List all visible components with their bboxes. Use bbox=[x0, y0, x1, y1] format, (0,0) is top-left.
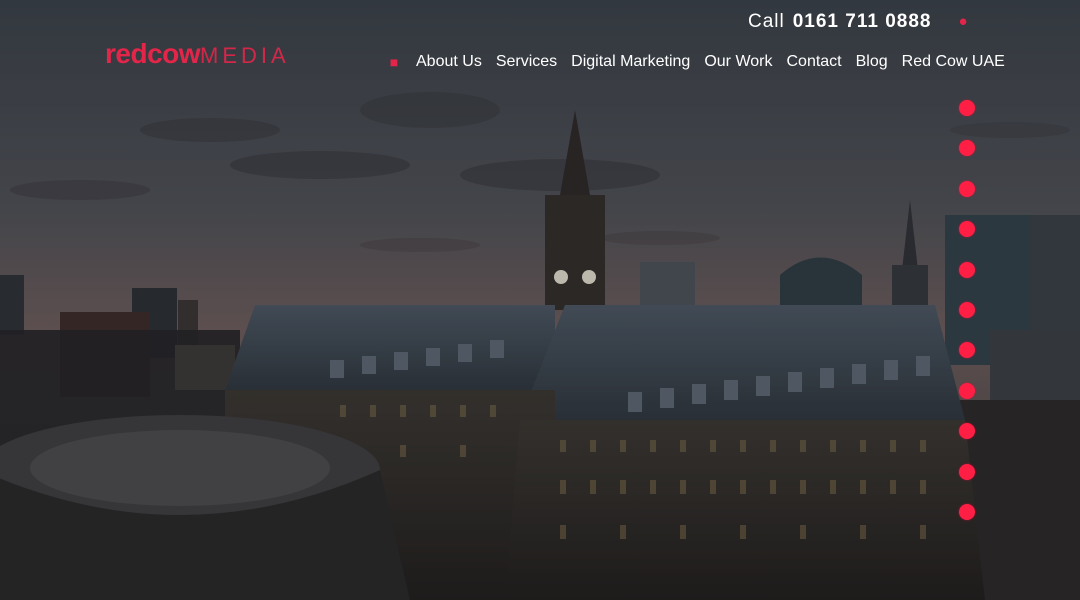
slider-dot[interactable] bbox=[959, 261, 975, 278]
call-label: Call bbox=[748, 11, 785, 32]
redcow-media-logo[interactable]: redcow MEDIA bbox=[105, 38, 290, 72]
slider-dot[interactable] bbox=[959, 342, 975, 359]
main-navigation: ■ About Us Services Digital Marketing Ou… bbox=[386, 50, 1019, 74]
slider-dot[interactable] bbox=[959, 382, 975, 399]
nav-item-contact[interactable]: Contact bbox=[786, 53, 841, 71]
slider-dot[interactable] bbox=[959, 503, 975, 520]
slider-dot[interactable] bbox=[959, 140, 975, 157]
slider-dot[interactable] bbox=[959, 463, 975, 480]
nav-item-red-cow-uae[interactable]: Red Cow UAE bbox=[902, 53, 1005, 71]
phone-number-link[interactable]: 0161 711 0888 bbox=[793, 11, 932, 33]
logo-text-redcow: redcow bbox=[105, 38, 201, 69]
nav-item-about-us[interactable]: About Us bbox=[416, 53, 482, 71]
nav-item-services[interactable]: Services bbox=[496, 53, 557, 71]
slider-dot[interactable] bbox=[959, 221, 975, 238]
search-icon[interactable]: ● bbox=[956, 12, 970, 32]
nav-item-blog[interactable]: Blog bbox=[856, 53, 888, 71]
home-icon[interactable]: ■ bbox=[386, 54, 402, 70]
hero-background bbox=[0, 0, 1080, 600]
slider-dot[interactable] bbox=[959, 301, 975, 318]
nav-item-our-work[interactable]: Our Work bbox=[704, 53, 772, 71]
manchester-skyline-image bbox=[0, 0, 1080, 600]
slider-dot[interactable] bbox=[959, 423, 975, 440]
slider-dot[interactable] bbox=[959, 180, 975, 197]
header-contact-bar: Call 0161 711 0888 ● bbox=[748, 8, 1080, 36]
logo-text-media: MEDIA bbox=[200, 43, 290, 68]
slider-dot[interactable] bbox=[959, 100, 975, 116]
nav-item-digital-marketing[interactable]: Digital Marketing bbox=[571, 53, 690, 71]
slider-pagination-dots bbox=[959, 100, 975, 520]
